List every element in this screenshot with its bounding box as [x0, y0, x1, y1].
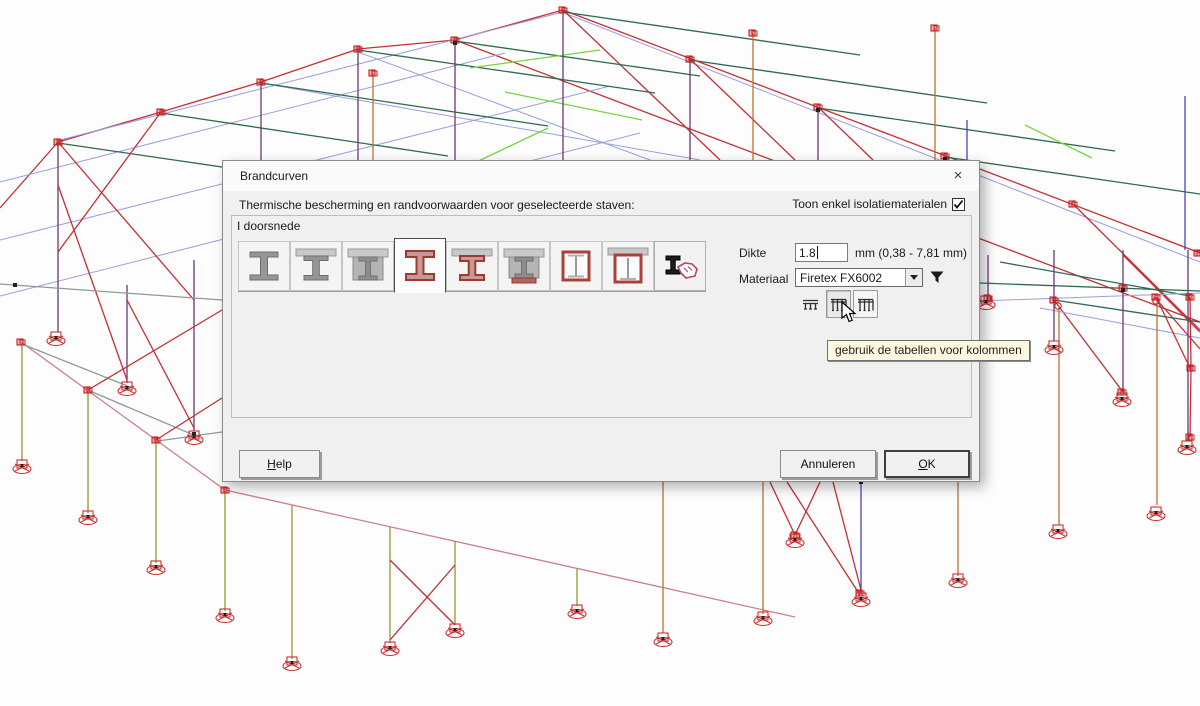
section-button-i-box-protected[interactable]: [550, 241, 602, 291]
i-section-pick-hand-icon: [658, 246, 702, 286]
i-section-encased-icon: [346, 246, 390, 286]
isolation-filter-row: Toon enkel isolatiematerialen: [792, 197, 965, 211]
i-section-bare-icon: [242, 246, 286, 286]
materiaal-label: Materiaal: [739, 272, 788, 286]
header-label: Thermische bescherming en randvoorwaarde…: [239, 198, 635, 212]
section-button-i-encased-slab[interactable]: [498, 241, 550, 291]
tables-for-beams-icon: [801, 296, 820, 313]
mouse-cursor-icon: [841, 301, 858, 324]
help-button[interactable]: Help: [239, 450, 320, 478]
app-canvas: Brandcurven × Thermische bescherming en …: [0, 0, 1200, 706]
i-section-box-slab-icon: [606, 246, 650, 286]
i-section-box-protected-icon: [554, 246, 598, 286]
section-button-i-contour-slab[interactable]: [446, 241, 498, 291]
brandcurven-dialog: Brandcurven × Thermische bescherming en …: [222, 160, 980, 482]
isolation-checkbox[interactable]: [952, 198, 965, 211]
dialog-title: Brandcurven: [240, 169, 308, 183]
section-button-pick-hand[interactable]: [654, 241, 706, 291]
section-button-i-slab-top[interactable]: [290, 241, 342, 291]
i-section-contour-protected-icon: [398, 246, 442, 286]
dikte-unit-label: mm (0,38 - 7,81 mm): [855, 246, 967, 260]
i-section-slab-top-icon: [294, 246, 338, 286]
dikte-label: Dikte: [739, 246, 766, 260]
section-button-i-box-slab[interactable]: [602, 241, 654, 291]
filter-funnel-icon: [929, 269, 945, 285]
use-tables-for-beams-button[interactable]: [798, 290, 823, 318]
section-button-i-encased[interactable]: [342, 241, 394, 291]
dikte-value: 1.8: [799, 246, 816, 259]
material-filter-button[interactable]: [929, 269, 947, 287]
chevron-down-icon: [910, 275, 918, 280]
materiaal-dropdown[interactable]: Firetex FX6002: [795, 268, 923, 287]
group-title: I doorsnede: [237, 219, 300, 233]
section-button-i-contour-protected[interactable]: [394, 238, 446, 293]
i-section-contour-slab-icon: [450, 246, 494, 286]
close-icon[interactable]: ×: [947, 166, 969, 186]
dialog-titlebar[interactable]: Brandcurven ×: [223, 161, 979, 191]
checkbox-label: Toon enkel isolatiematerialen: [792, 197, 947, 211]
checkmark-icon: [953, 199, 964, 210]
i-section-encased-slab-icon: [502, 246, 546, 286]
text-caret: [817, 246, 818, 259]
materiaal-value: Firetex FX6002: [796, 269, 905, 286]
ok-button[interactable]: OK: [884, 450, 970, 478]
dikte-input[interactable]: 1.8: [795, 243, 848, 262]
cancel-button[interactable]: Annuleren: [780, 450, 876, 478]
section-button-i-bare[interactable]: [238, 241, 290, 291]
tables-for-columns-icon-2: [856, 296, 875, 313]
section-strip-baseline: [238, 291, 706, 292]
dropdown-button[interactable]: [905, 269, 922, 286]
tooltip: gebruik de tabellen voor kolommen: [827, 340, 1030, 361]
